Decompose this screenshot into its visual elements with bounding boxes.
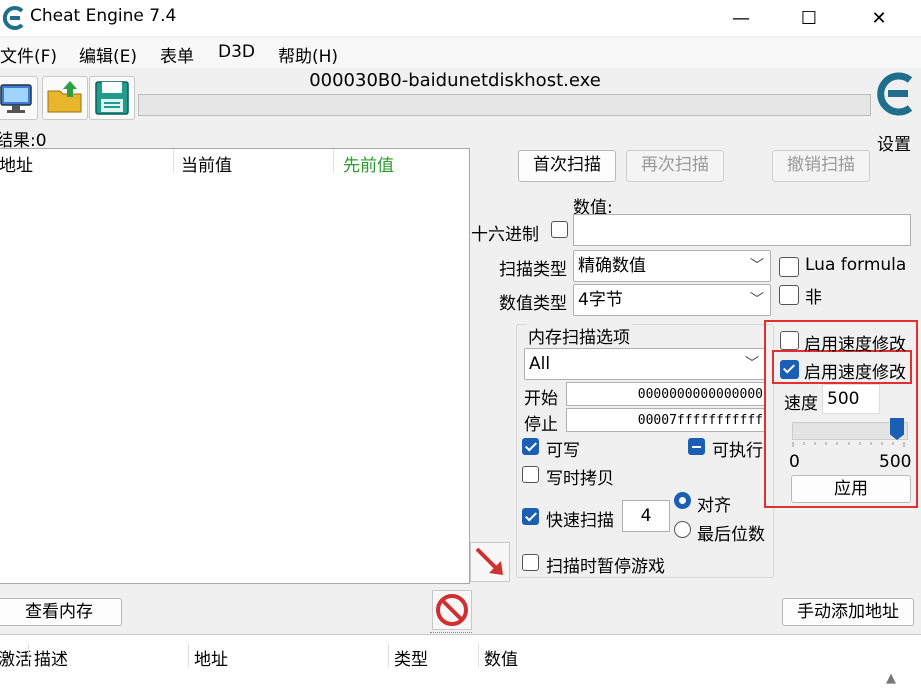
open-process-button[interactable] [0,76,38,120]
aligned-label: 对齐 [697,496,731,516]
enable-speedhack-label-2: 启用速度修改 [804,363,906,383]
process-name: 000030B0-baidunetdiskhost.exe [309,70,601,91]
speed-slider-ticks [792,442,905,447]
next-scan-button[interactable]: 再次扫描 [626,150,724,182]
not-label: 非 [805,288,822,308]
monitor-icon [0,84,32,113]
column-separator [388,643,389,667]
copy-on-write-checkbox[interactable] [522,466,539,483]
close-button[interactable]: ✕ [856,0,902,36]
stop-label: 停止 [524,415,558,435]
settings-logo-icon[interactable] [872,68,918,120]
column-separator [28,643,29,667]
column-separator [173,149,174,173]
hex-checkbox[interactable] [551,221,568,238]
fast-scan-label: 快速扫描 [546,511,614,531]
column-address[interactable]: 地址 [194,645,228,670]
first-scan-button[interactable]: 首次扫描 [518,150,616,182]
open-file-button[interactable] [42,76,88,120]
column-separator [188,643,189,667]
apply-speed-button[interactable]: 应用 [791,475,911,503]
view-memory-button[interactable]: 查看内存 [0,598,122,626]
writable-label: 可写 [546,441,580,461]
save-icon [95,81,129,115]
value-type-value: 4字节 [578,290,623,310]
start-label: 开始 [524,389,558,409]
value-input[interactable] [573,214,911,246]
executable-label: 可执行 [712,441,763,461]
arrow-down-right-icon [475,547,503,575]
add-to-list-button[interactable] [470,542,510,582]
copy-on-write-label: 写时拷贝 [546,469,614,489]
add-address-manually-button[interactable]: 手动添加地址 [782,598,914,626]
last-digits-radio[interactable] [674,521,691,538]
maximize-button[interactable]: ☐ [786,0,832,36]
scroll-up-icon[interactable]: ▲ [886,671,896,686]
writable-checkbox[interactable] [522,438,539,455]
no-entry-icon [436,594,468,626]
speed-label: 速度 [784,394,818,414]
menu-edit[interactable]: 编辑(E) [79,42,137,67]
fast-scan-input[interactable]: 4 [622,500,670,532]
memory-options-title: 内存扫描选项 [526,323,632,348]
undo-scan-button[interactable]: 撤销扫描 [772,150,870,182]
memory-region-select[interactable]: All ﹀ [524,348,766,380]
enable-speedhack-checkbox-1[interactable] [780,331,799,350]
hex-label: 十六进制 [471,225,539,245]
menu-d3d[interactable]: D3D [218,42,255,62]
start-address-input[interactable]: 0000000000000000 [566,382,766,406]
found-address-list[interactable]: 地址 当前值 先前值 [0,148,470,584]
memory-region-value: All [529,354,551,374]
menu-help[interactable]: 帮助(H) [278,42,338,67]
column-current-value[interactable]: 当前值 [181,151,232,176]
slider-max-label: 500 [879,452,912,472]
column-type[interactable]: 类型 [394,645,428,670]
scan-type-label: 扫描类型 [499,260,567,280]
aligned-radio[interactable] [674,492,691,509]
enable-speedhack-checkbox-2[interactable] [780,360,799,379]
scan-type-value: 精确数值 [578,256,646,276]
last-digits-label: 最后位数 [697,525,765,545]
folder-open-icon [47,81,82,113]
cheat-engine-logo-icon [2,6,24,30]
scan-progress-bar [138,94,871,116]
column-description[interactable]: 描述 [34,645,68,670]
title-bar: Cheat Engine 7.4 — ☐ ✕ [0,0,921,36]
slider-min-label: 0 [789,452,800,472]
pause-game-label: 扫描时暂停游戏 [546,557,665,577]
lua-formula-checkbox[interactable] [779,257,799,277]
menu-file[interactable]: 文件(F) [0,42,57,67]
enable-speedhack-label-1: 启用速度修改 [804,335,906,355]
column-previous-value[interactable]: 先前值 [343,151,394,176]
window-title: Cheat Engine 7.4 [30,6,177,26]
menu-table[interactable]: 表单 [160,42,194,67]
scan-type-select[interactable]: 精确数值 ﹀ [573,250,771,282]
stop-address-input[interactable]: 00007fffffffffff [566,408,766,432]
cheat-table-list[interactable]: 激活 描述 地址 类型 数值 ▲ [0,634,921,691]
settings-label[interactable]: 设置 [877,130,911,155]
chevron-down-icon: ﹀ [750,292,764,308]
save-button[interactable] [89,76,135,120]
pause-game-checkbox[interactable] [522,554,539,571]
column-separator [478,643,479,667]
column-address[interactable]: 地址 [0,151,33,176]
column-separator [333,149,334,173]
column-value[interactable]: 数值 [484,645,518,670]
clear-list-button[interactable] [432,590,472,630]
chevron-down-icon: ﹀ [745,356,759,372]
value-type-select[interactable]: 4字节 ﹀ [573,284,771,316]
fast-scan-checkbox[interactable] [522,508,539,525]
value-type-label: 数值类型 [499,294,567,314]
not-checkbox[interactable] [779,285,799,305]
executable-checkbox[interactable] [688,438,705,455]
lua-formula-label: Lua formula [805,255,907,275]
chevron-down-icon: ﹀ [750,258,764,274]
minimize-button[interactable]: — [718,0,764,36]
menu-bar: 文件(F) 编辑(E) 表单 D3D 帮助(H) [0,38,921,68]
speed-input[interactable]: 500 [822,384,880,414]
